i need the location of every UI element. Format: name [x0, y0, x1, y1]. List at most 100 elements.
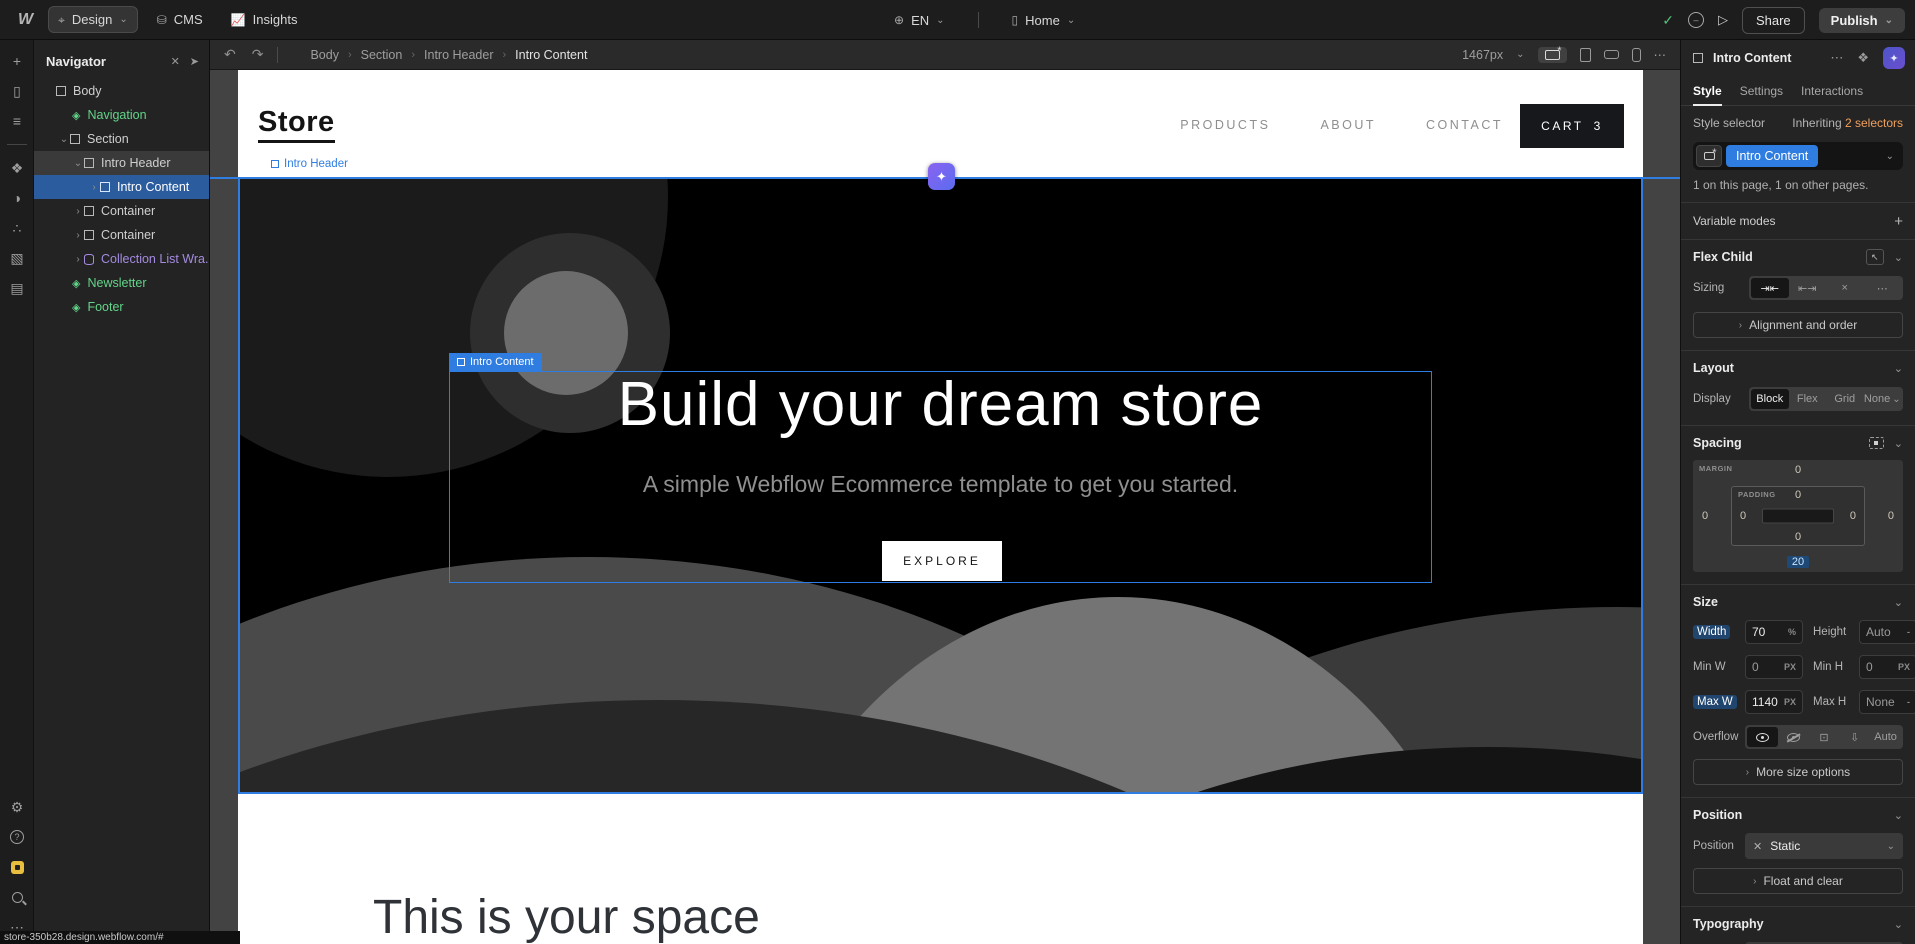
chevron-right-icon[interactable]: › [72, 206, 84, 217]
share-button[interactable]: Share [1742, 7, 1805, 34]
add-elements-icon[interactable]: + [0, 46, 34, 76]
chevron-down-icon[interactable]: ⌄ [1894, 596, 1903, 609]
margin-right-value[interactable]: 0 [1888, 510, 1894, 522]
nav-link-products[interactable]: PRODUCTS [1180, 118, 1270, 132]
margin-bottom-value[interactable]: 20 [1693, 556, 1903, 568]
padding-left-value[interactable]: 0 [1740, 510, 1746, 522]
ai-sparkle-button[interactable]: ✦ [1883, 47, 1905, 69]
chevron-down-icon[interactable]: ⌄ [1894, 251, 1903, 264]
overflow-hidden-icon[interactable] [1778, 727, 1809, 747]
tab-interactions[interactable]: Interactions [1801, 76, 1863, 105]
more-breakpoints-icon[interactable]: ⋯ [1654, 47, 1667, 62]
style-libraries-icon[interactable]: ◑ [0, 183, 34, 213]
position-dropdown[interactable]: ✕ Static ⌄ [1745, 833, 1903, 859]
min-width-input[interactable]: 0PX [1745, 655, 1803, 679]
class-selector-input[interactable]: Intro Content ⌄ [1693, 142, 1903, 170]
site-page[interactable]: Store PRODUCTS ABOUT CONTACT CART 3 [238, 70, 1643, 944]
breakpoint-desktop-icon[interactable] [1538, 47, 1567, 63]
chevron-down-icon[interactable]: ⌄ [58, 134, 70, 145]
padding-right-value[interactable]: 0 [1850, 510, 1856, 522]
tree-item-newsletter[interactable]: ◈ Newsletter [34, 271, 209, 295]
height-input[interactable]: Auto- [1859, 620, 1915, 644]
overflow-clip-icon[interactable]: ⇩ [1839, 727, 1870, 747]
selected-element-tag[interactable]: Intro Content [449, 353, 542, 371]
tree-item-container[interactable]: › Container [34, 199, 209, 223]
tree-item-body[interactable]: Body [34, 79, 209, 103]
breadcrumb-body[interactable]: Body [310, 48, 339, 62]
components-icon[interactable]: ❖ [0, 153, 34, 183]
inherited-selectors-link[interactable]: 2 selectors [1845, 116, 1903, 130]
section-heading[interactable]: This is your space [373, 890, 760, 944]
close-icon[interactable]: ✕ [171, 55, 180, 68]
tab-settings[interactable]: Settings [1740, 76, 1783, 105]
tree-item-intro-content-selected[interactable]: › Intro Content [34, 175, 209, 199]
tree-item-intro-header[interactable]: ⌄ Intro Header [34, 151, 209, 175]
alignment-and-order-button[interactable]: › Alignment and order [1693, 312, 1903, 338]
variables-icon[interactable]: ∴ [0, 213, 34, 243]
min-height-input[interactable]: 0PX [1859, 655, 1915, 679]
search-icon[interactable] [0, 882, 34, 912]
margin-left-value[interactable]: 0 [1702, 510, 1708, 522]
sizing-more-icon[interactable]: ⋯ [1864, 278, 1902, 298]
max-width-label[interactable]: Max W [1693, 695, 1737, 709]
element-menu-icon[interactable]: ⋯ [1830, 50, 1843, 66]
pin-icon[interactable]: ➤ [190, 55, 199, 68]
margin-top-value[interactable]: 0 [1693, 464, 1903, 476]
chevron-down-icon[interactable]: ⌄ [1894, 437, 1903, 450]
viewport-width-value[interactable]: 1467px [1462, 48, 1503, 62]
page-switcher[interactable]: ▯ Home ⌄ [1003, 8, 1085, 33]
redo-icon[interactable]: ↷ [252, 46, 264, 63]
assets-icon[interactable]: ▧ [0, 243, 34, 273]
overflow-scroll-icon[interactable]: ⊡ [1809, 727, 1840, 747]
insights-button[interactable]: 📈 Insights [222, 7, 307, 32]
width-label[interactable]: Width [1693, 625, 1730, 639]
chevron-down-icon[interactable]: ⌄ [1886, 151, 1894, 162]
hero-section[interactable]: Build your dream store A simple Webflow … [238, 177, 1643, 794]
padding-top-value[interactable]: 0 [1732, 489, 1864, 501]
chevron-right-icon[interactable]: › [88, 182, 100, 193]
tree-item-footer[interactable]: ◈ Footer [34, 295, 209, 319]
spacing-options-icon[interactable] [1869, 437, 1884, 449]
preview-icon[interactable]: ▷ [1718, 12, 1728, 28]
chevron-right-icon[interactable]: › [72, 230, 84, 241]
sizing-shrink-icon[interactable]: ⇥⇤ [1751, 278, 1789, 298]
padding-bottom-value[interactable]: 0 [1732, 531, 1864, 543]
add-variable-mode-icon[interactable]: + [1894, 213, 1903, 230]
max-height-input[interactable]: None- [1859, 690, 1915, 714]
navigator-icon[interactable]: ≡ [0, 106, 34, 136]
chevron-down-icon[interactable]: ⌄ [1894, 809, 1903, 822]
overflow-visible-icon[interactable] [1747, 727, 1778, 747]
chevron-down-icon[interactable]: ⌄ [72, 158, 84, 169]
comments-icon[interactable]: – [1688, 12, 1704, 28]
breakpoint-tablet-icon[interactable] [1580, 48, 1591, 62]
nav-link-contact[interactable]: CONTACT [1426, 118, 1503, 132]
nav-link-about[interactable]: ABOUT [1320, 118, 1376, 132]
inherited-from-icon[interactable]: ↖ [1866, 249, 1884, 265]
libraries-icon[interactable]: ▤ [0, 273, 34, 303]
tree-item-container[interactable]: › Container [34, 223, 209, 247]
overflow-auto-option[interactable]: Auto [1870, 727, 1901, 747]
tree-item-section[interactable]: ⌄ Section [34, 127, 209, 151]
settings-gear-icon[interactable]: ⚙ [0, 792, 34, 822]
spacing-widget[interactable]: MARGIN 0 0 0 20 PADDING 0 0 0 0 [1693, 460, 1903, 572]
sizing-fixed-icon[interactable]: × [1826, 278, 1864, 298]
float-and-clear-button[interactable]: › Float and clear [1693, 868, 1903, 894]
padding-widget[interactable]: PADDING 0 0 0 0 [1731, 486, 1865, 546]
chevron-right-icon[interactable]: › [72, 254, 84, 265]
chevron-down-icon[interactable]: ⌄ [1894, 918, 1903, 931]
create-component-icon[interactable]: ❖ [1857, 50, 1869, 66]
selected-class-pill[interactable]: Intro Content [1726, 145, 1818, 167]
breadcrumb-intro-content[interactable]: Intro Content [515, 48, 587, 62]
width-input[interactable]: 70% [1745, 620, 1803, 644]
design-mode-button[interactable]: ⌖ Design ⌄ [48, 6, 138, 33]
undo-icon[interactable]: ↶ [224, 46, 236, 63]
more-size-options-button[interactable]: › More size options [1693, 759, 1903, 785]
cms-button[interactable]: ⛁ CMS [148, 7, 212, 32]
pages-icon[interactable]: ▯ [0, 76, 34, 106]
tree-item-navigation[interactable]: ◈ Navigation [34, 103, 209, 127]
locale-switcher[interactable]: ⊕ EN ⌄ [885, 8, 954, 33]
display-flex-option[interactable]: Flex [1789, 389, 1827, 409]
breakpoint-phone-portrait-icon[interactable] [1632, 48, 1641, 62]
display-grid-option[interactable]: Grid [1826, 389, 1864, 409]
sizing-grow-icon[interactable]: ⇤⇥ [1789, 278, 1827, 298]
